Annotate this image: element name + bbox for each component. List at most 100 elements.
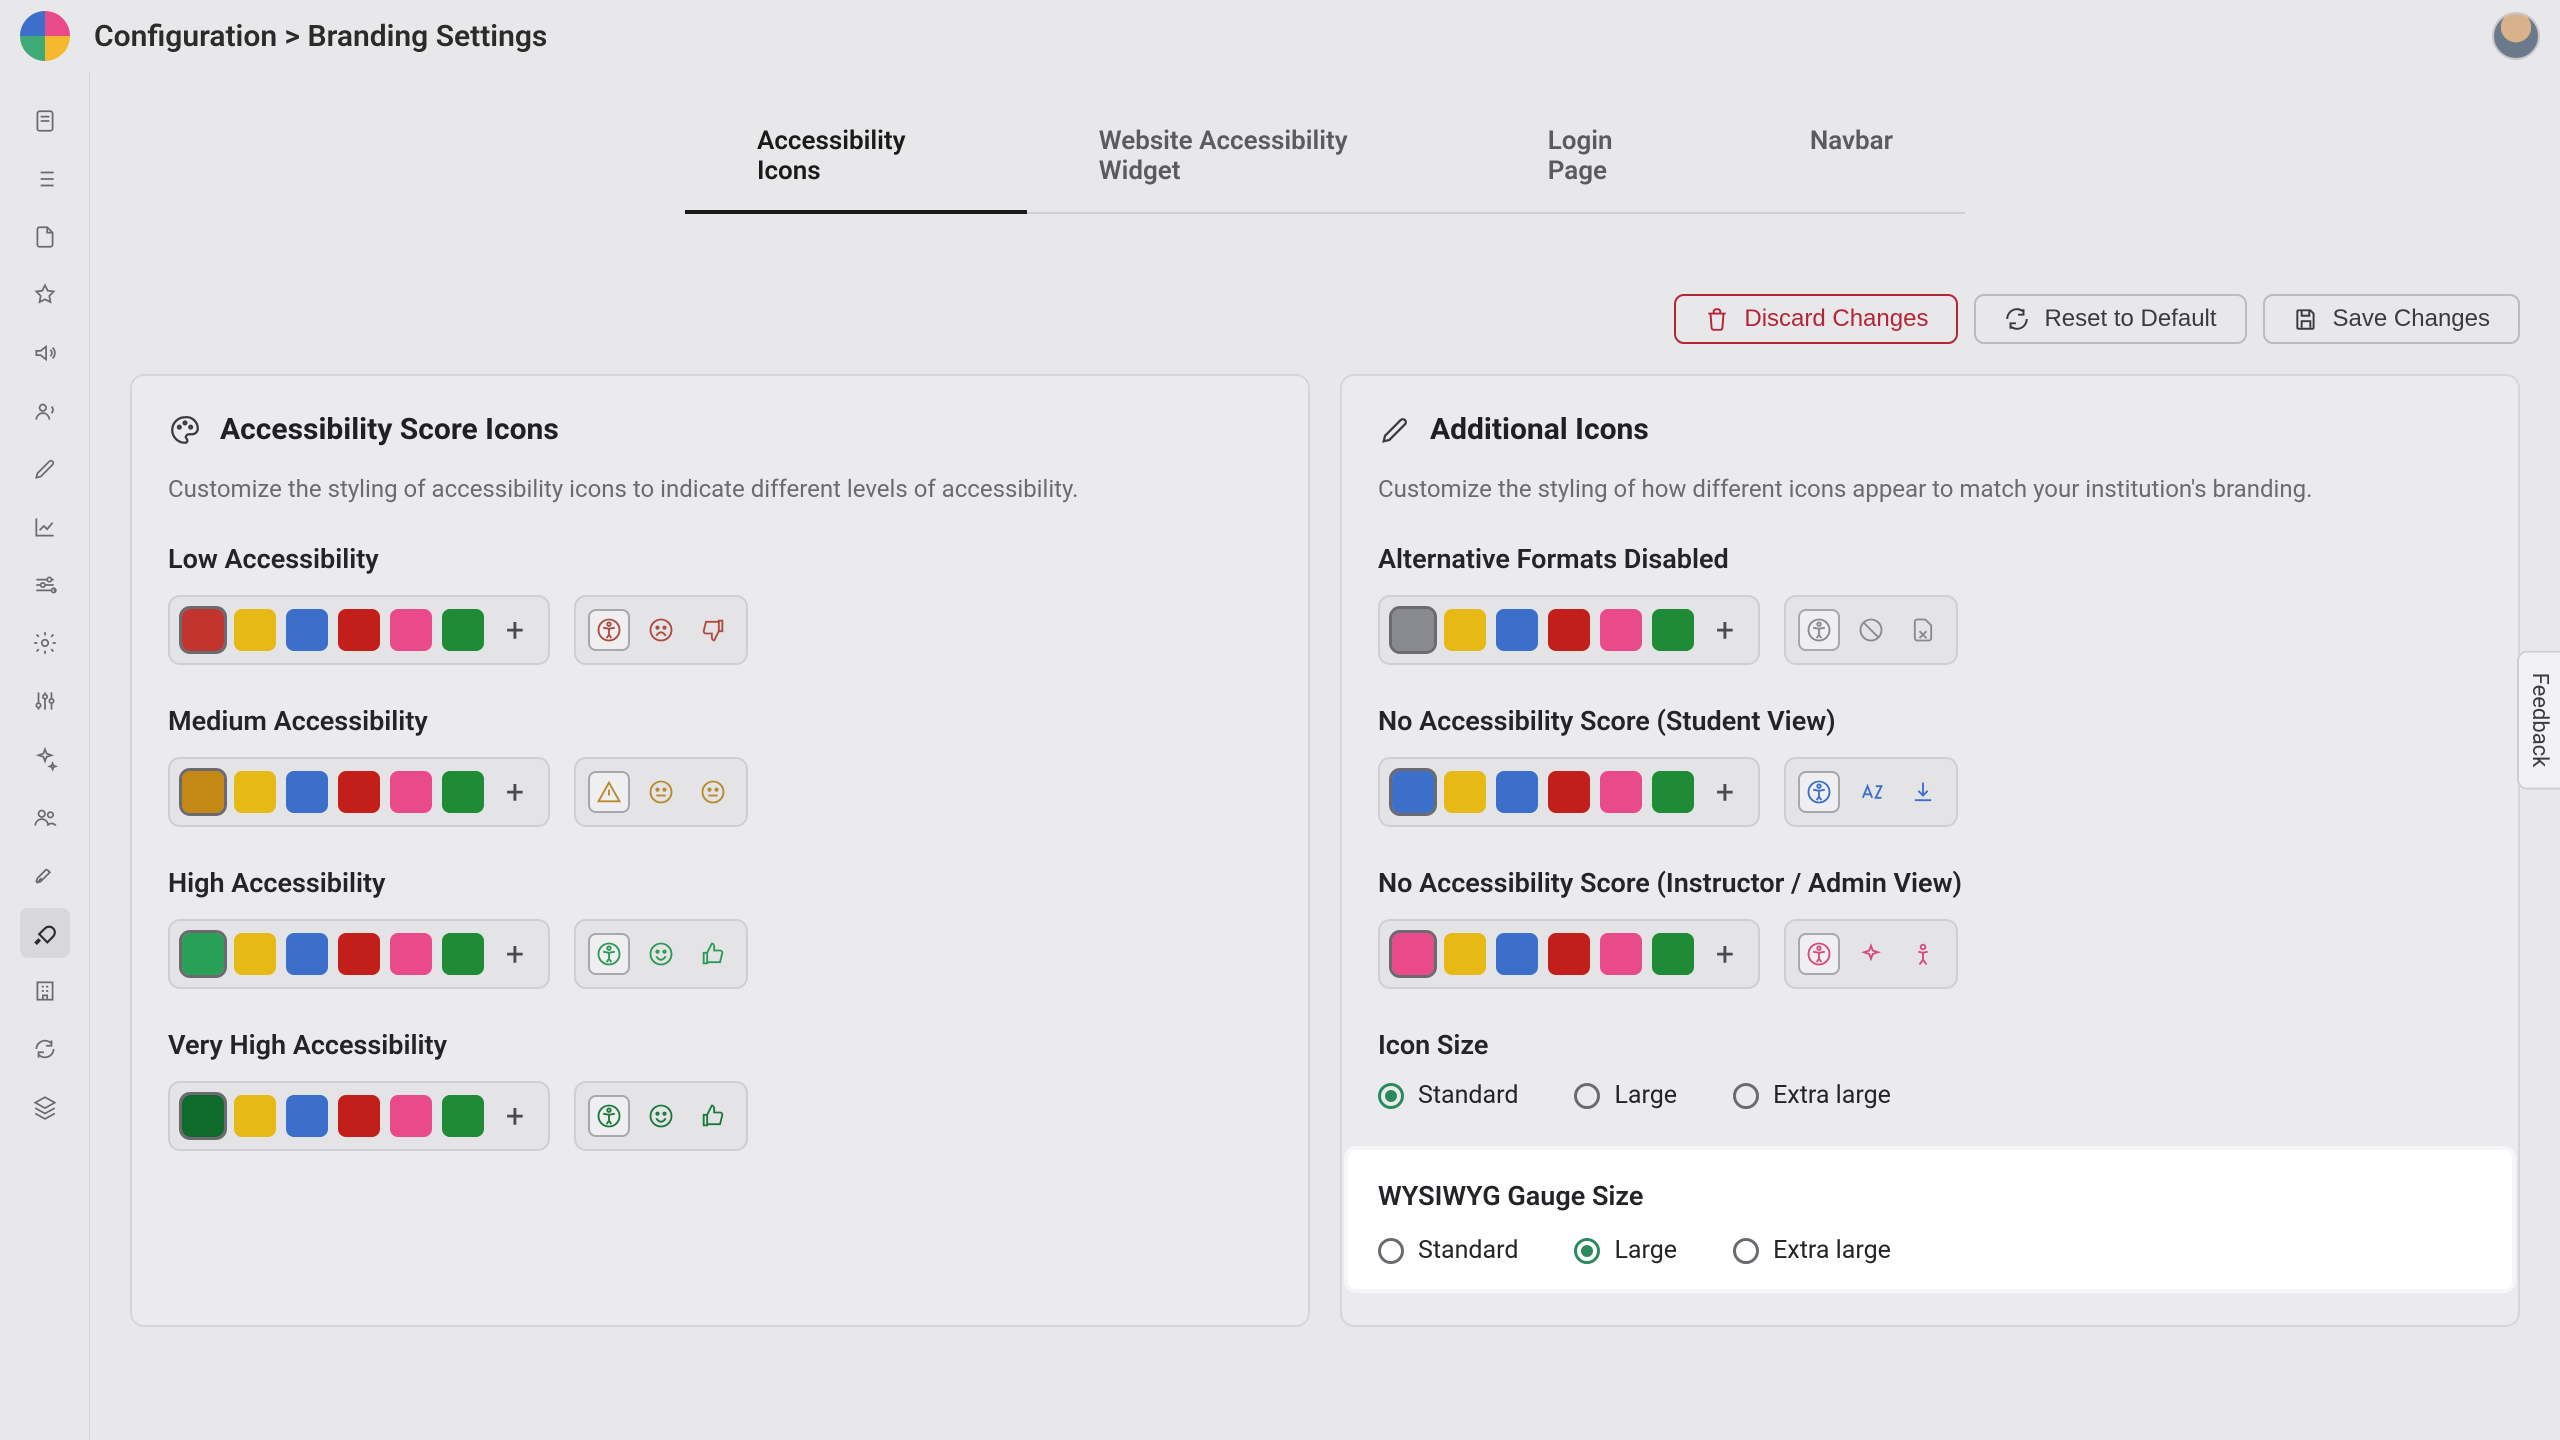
sidebar-item-user-voice[interactable] [20, 386, 70, 436]
swatch-yellow[interactable] [1444, 609, 1486, 651]
swatch-selected[interactable] [182, 1095, 224, 1137]
swatch-blue[interactable] [286, 609, 328, 651]
icon-option-1[interactable] [1850, 609, 1892, 651]
icon-option-0[interactable] [588, 933, 630, 975]
icon-option-2[interactable] [692, 1095, 734, 1137]
icon-option-2[interactable] [1902, 771, 1944, 813]
swatch-yellow[interactable] [1444, 771, 1486, 813]
tab-accessibility-icons[interactable]: Accessibility Icons [685, 102, 1027, 214]
icon-option-1[interactable] [1850, 771, 1892, 813]
icon-option-2[interactable] [692, 771, 734, 813]
icon-option-0[interactable] [1798, 933, 1840, 975]
sidebar-item-building[interactable] [20, 966, 70, 1016]
icon-option-2[interactable] [1902, 933, 1944, 975]
swatch-pink[interactable] [390, 933, 432, 975]
swatch-blue[interactable] [1496, 771, 1538, 813]
swatch-pink[interactable] [390, 1095, 432, 1137]
swatch-selected[interactable] [182, 771, 224, 813]
sidebar-item-layers[interactable] [20, 1082, 70, 1132]
swatch-selected[interactable] [1392, 609, 1434, 651]
swatch-selected[interactable] [182, 609, 224, 651]
swatch-pink[interactable] [1600, 609, 1642, 651]
feedback-tab[interactable]: Feedback [2517, 651, 2560, 790]
swatch-green[interactable] [1652, 771, 1694, 813]
icon-option-1[interactable] [640, 771, 682, 813]
sidebar-item-group[interactable] [20, 792, 70, 842]
radio-standard[interactable]: Standard [1378, 1236, 1518, 1265]
add-color-button[interactable]: + [1704, 771, 1746, 813]
swatch-red[interactable] [338, 771, 380, 813]
icon-option-0[interactable] [1798, 609, 1840, 651]
swatch-blue[interactable] [286, 933, 328, 975]
swatch-blue[interactable] [286, 771, 328, 813]
radio-extra-large[interactable]: Extra large [1733, 1081, 1891, 1110]
sidebar-item-pen[interactable] [20, 444, 70, 494]
sidebar-item-linechart[interactable] [20, 502, 70, 552]
icon-option-0[interactable] [588, 1095, 630, 1137]
icon-option-1[interactable] [640, 1095, 682, 1137]
icon-option-2[interactable] [692, 933, 734, 975]
swatch-selected[interactable] [1392, 771, 1434, 813]
icon-option-1[interactable] [640, 609, 682, 651]
add-color-button[interactable]: + [494, 1095, 536, 1137]
sidebar-item-tune[interactable] [20, 676, 70, 726]
radio-large[interactable]: Large [1574, 1236, 1677, 1265]
swatch-red[interactable] [1548, 609, 1590, 651]
add-color-button[interactable]: + [1704, 933, 1746, 975]
add-color-button[interactable]: + [494, 771, 536, 813]
icon-option-1[interactable] [1850, 933, 1892, 975]
swatch-red[interactable] [338, 933, 380, 975]
swatch-green[interactable] [442, 1095, 484, 1137]
swatch-green[interactable] [1652, 933, 1694, 975]
swatch-green[interactable] [442, 609, 484, 651]
icon-option-2[interactable] [1902, 609, 1944, 651]
swatch-blue[interactable] [286, 1095, 328, 1137]
swatch-yellow[interactable] [1444, 933, 1486, 975]
icon-option-0[interactable] [588, 771, 630, 813]
swatch-yellow[interactable] [234, 771, 276, 813]
sidebar-item-refresh[interactable] [20, 1024, 70, 1074]
swatch-green[interactable] [442, 771, 484, 813]
sidebar-item-list[interactable] [20, 154, 70, 204]
discard-button[interactable]: Discard Changes [1674, 294, 1958, 344]
sidebar-item-page[interactable] [20, 96, 70, 146]
sidebar-item-star[interactable] [20, 270, 70, 320]
swatch-green[interactable] [442, 933, 484, 975]
swatch-pink[interactable] [390, 771, 432, 813]
tab-navbar[interactable]: Navbar [1738, 102, 1965, 214]
avatar[interactable] [2492, 12, 2540, 60]
swatch-selected[interactable] [182, 933, 224, 975]
add-color-button[interactable]: + [1704, 609, 1746, 651]
swatch-blue[interactable] [1496, 609, 1538, 651]
icon-option-1[interactable] [640, 933, 682, 975]
radio-standard[interactable]: Standard [1378, 1081, 1518, 1110]
sidebar-item-paint[interactable] [20, 908, 70, 958]
swatch-yellow[interactable] [234, 933, 276, 975]
radio-large[interactable]: Large [1574, 1081, 1677, 1110]
sidebar-item-rocket[interactable] [20, 850, 70, 900]
swatch-yellow[interactable] [234, 609, 276, 651]
sidebar-item-sparkle[interactable] [20, 734, 70, 784]
reset-button[interactable]: Reset to Default [1974, 294, 2246, 344]
add-color-button[interactable]: + [494, 609, 536, 651]
sidebar-item-file[interactable] [20, 212, 70, 262]
swatch-red[interactable] [1548, 771, 1590, 813]
sidebar-item-sliders[interactable] [20, 560, 70, 610]
tab-website-accessibility-widget[interactable]: Website Accessibility Widget [1027, 102, 1476, 214]
swatch-pink[interactable] [1600, 933, 1642, 975]
icon-option-0[interactable] [588, 609, 630, 651]
swatch-pink[interactable] [390, 609, 432, 651]
icon-option-0[interactable] [1798, 771, 1840, 813]
swatch-red[interactable] [1548, 933, 1590, 975]
swatch-yellow[interactable] [234, 1095, 276, 1137]
save-button[interactable]: Save Changes [2263, 294, 2520, 344]
swatch-pink[interactable] [1600, 771, 1642, 813]
sidebar-item-volume[interactable] [20, 328, 70, 378]
swatch-red[interactable] [338, 1095, 380, 1137]
icon-option-2[interactable] [692, 609, 734, 651]
swatch-red[interactable] [338, 609, 380, 651]
swatch-green[interactable] [1652, 609, 1694, 651]
add-color-button[interactable]: + [494, 933, 536, 975]
swatch-selected[interactable] [1392, 933, 1434, 975]
tab-login-page[interactable]: Login Page [1476, 102, 1738, 214]
